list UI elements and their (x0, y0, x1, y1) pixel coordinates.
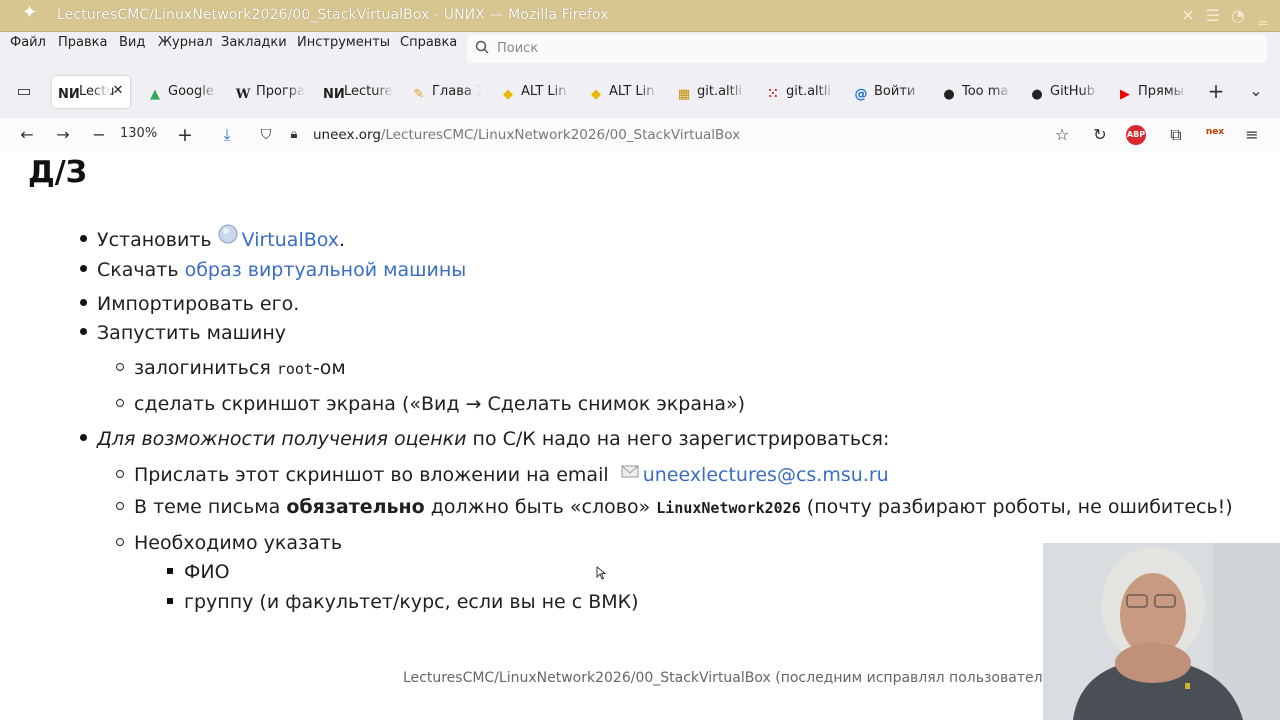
google-drive-icon: ▲ (150, 87, 160, 102)
tab-google[interactable]: ▲ Google (147, 76, 217, 108)
menu-tools[interactable]: Инструменты (297, 35, 390, 50)
github-icon: ● (943, 87, 955, 102)
list-item-download: Скачать образ виртуальной машины (80, 259, 466, 281)
menu-edit[interactable]: Правка (58, 35, 107, 50)
tab-git-1[interactable]: ▦ git.altli (676, 76, 746, 108)
code-subject: LinuxNetwork2026 (656, 499, 801, 517)
menu-view[interactable]: Вид (119, 35, 145, 50)
mail-icon (621, 462, 639, 484)
globe-icon (218, 224, 238, 249)
firefox-view-icon[interactable]: ▭ (12, 80, 36, 102)
list-item-need: Необходимо указать (116, 532, 342, 554)
code-root: root (276, 360, 313, 378)
tab-github[interactable]: ● GitHub (1029, 76, 1099, 108)
list-item-subject: В теме письма обязательно должно быть «с… (116, 496, 1233, 518)
tab-bar: ▭ NИLectu ✕ ▲Google WПрогра NИLecture ✎Г… (0, 64, 1280, 120)
close-window-icon[interactable]: ✕ (1178, 6, 1198, 26)
tab-git-2[interactable]: ⁙ git.altli (765, 76, 835, 108)
new-tab-icon[interactable]: + (1204, 80, 1228, 102)
list-item-fio: ФИО (167, 561, 230, 583)
url-text: uneex.org/LecturesCMC/LinuxNetwork2026/0… (313, 127, 741, 143)
tab-alt-linux-2[interactable]: ◆ ALT Lin (588, 76, 658, 108)
adblock-icon[interactable]: ABP (1126, 125, 1146, 145)
reload-icon[interactable]: ↻ (1088, 124, 1112, 146)
close-tab-icon[interactable]: ✕ (110, 83, 126, 99)
zoom-out-icon[interactable]: − (87, 124, 111, 146)
list-item-install: Установить VirtualBox. (80, 224, 345, 251)
page-footer: LecturesCMC/LinuxNetwork2026/00_StackVir… (403, 670, 1068, 686)
webcam-overlay (1043, 543, 1280, 720)
list-item-grade: Для возможности получения оценки по С/К … (80, 428, 889, 450)
window-titlebar: ✦ LecturesCMC/LinuxNetwork2026/00_StackV… (0, 0, 1280, 32)
sparkle-icon: ✦ (22, 2, 38, 23)
shield-icon[interactable]: ⛉ (254, 124, 278, 146)
url-bar[interactable]: ⛉ 🔒︎ uneex.org/LecturesCMC/LinuxNetwork2… (250, 121, 1080, 149)
search-icon (475, 40, 489, 54)
pencil-icon: ✎ (413, 87, 425, 102)
restore-window-icon[interactable]: ◔ (1228, 6, 1248, 26)
minimize-window-icon[interactable]: ‗ (1253, 6, 1273, 26)
menu-file[interactable]: Файл (10, 35, 46, 50)
zoom-level[interactable]: 130% (120, 126, 157, 141)
menu-bookmarks[interactable]: Закладки (221, 35, 287, 50)
tab-github-issue[interactable]: ● Too ma (941, 76, 1011, 108)
wikipedia-icon: W (235, 87, 251, 102)
search-input[interactable]: Поиск (467, 35, 1267, 63)
github-icon: ● (1031, 87, 1043, 102)
download-icon[interactable]: ⤓ (215, 124, 239, 146)
virtualbox-link[interactable]: VirtualBox (242, 229, 339, 251)
extensions-icon[interactable]: ⧉ (1164, 124, 1188, 146)
list-item-screenshot: сделать скриншот экрана («Вид → Сделать … (116, 393, 745, 415)
ni-logo-icon: NИ (58, 87, 80, 102)
window-title: LecturesCMC/LinuxNetwork2026/00_StackVir… (57, 7, 609, 23)
gitlab-icon: ▦ (677, 87, 691, 102)
list-item-send: Прислать этот скриншот во вложении на em… (116, 462, 889, 486)
page-heading: Д/З (28, 155, 87, 190)
mail-at-icon: @ (854, 87, 868, 102)
tab-login[interactable]: @ Войти (853, 76, 923, 108)
profile-avatar-icon[interactable]: nex (1203, 121, 1227, 143)
lock-icon[interactable]: 🔒︎ (282, 124, 306, 146)
search-placeholder: Поиск (497, 41, 539, 56)
back-icon[interactable]: ← (15, 124, 39, 146)
zoom-in-icon[interactable]: + (173, 124, 197, 146)
tab-youtube[interactable]: ▶ Прямы (1117, 76, 1187, 108)
list-item-import: Импортировать его. (80, 293, 299, 315)
presenter-video (1043, 543, 1280, 720)
tab-lecture[interactable]: NИLecture (323, 76, 393, 108)
menu-help[interactable]: Справка (400, 35, 457, 50)
ni-logo-icon: NИ (323, 87, 345, 102)
tab-wikipedia[interactable]: W Програ (235, 76, 305, 108)
tab-lectures-active[interactable]: NИLectu ✕ (52, 76, 130, 108)
bookmark-star-icon[interactable]: ☆ (1050, 124, 1074, 146)
mouse-cursor-icon (596, 566, 606, 580)
tab-alt-linux-1[interactable]: ◆ ALT Lin (500, 76, 570, 108)
vm-image-link[interactable]: образ виртуальной машины (185, 259, 467, 281)
alt-linux-icon: ◆ (591, 87, 601, 102)
forward-icon[interactable]: → (51, 124, 75, 146)
nav-bar: ← → − 130% + ⤓ ⛉ 🔒︎ uneex.org/LecturesCM… (0, 118, 1280, 152)
tab-chapter[interactable]: ✎ Глава 1 (411, 76, 481, 108)
list-item-group: группу (и факультет/курс, если вы не с В… (167, 591, 639, 613)
menu-window-icon[interactable]: ☰ (1203, 6, 1223, 26)
youtube-icon: ▶ (1120, 87, 1130, 102)
menu-history[interactable]: Журнал (158, 35, 213, 50)
chevron-down-icon[interactable]: ⌄ (1244, 80, 1268, 102)
alt-linux-icon: ◆ (503, 87, 513, 102)
email-link[interactable]: uneexlectures@cs.msu.ru (643, 464, 889, 486)
hamburger-menu-icon[interactable]: ≡ (1240, 124, 1264, 146)
list-item-login: залогиниться root-ом (116, 357, 346, 379)
list-item-run: Запустить машину (80, 322, 286, 344)
gitea-icon: ⁙ (767, 87, 779, 102)
